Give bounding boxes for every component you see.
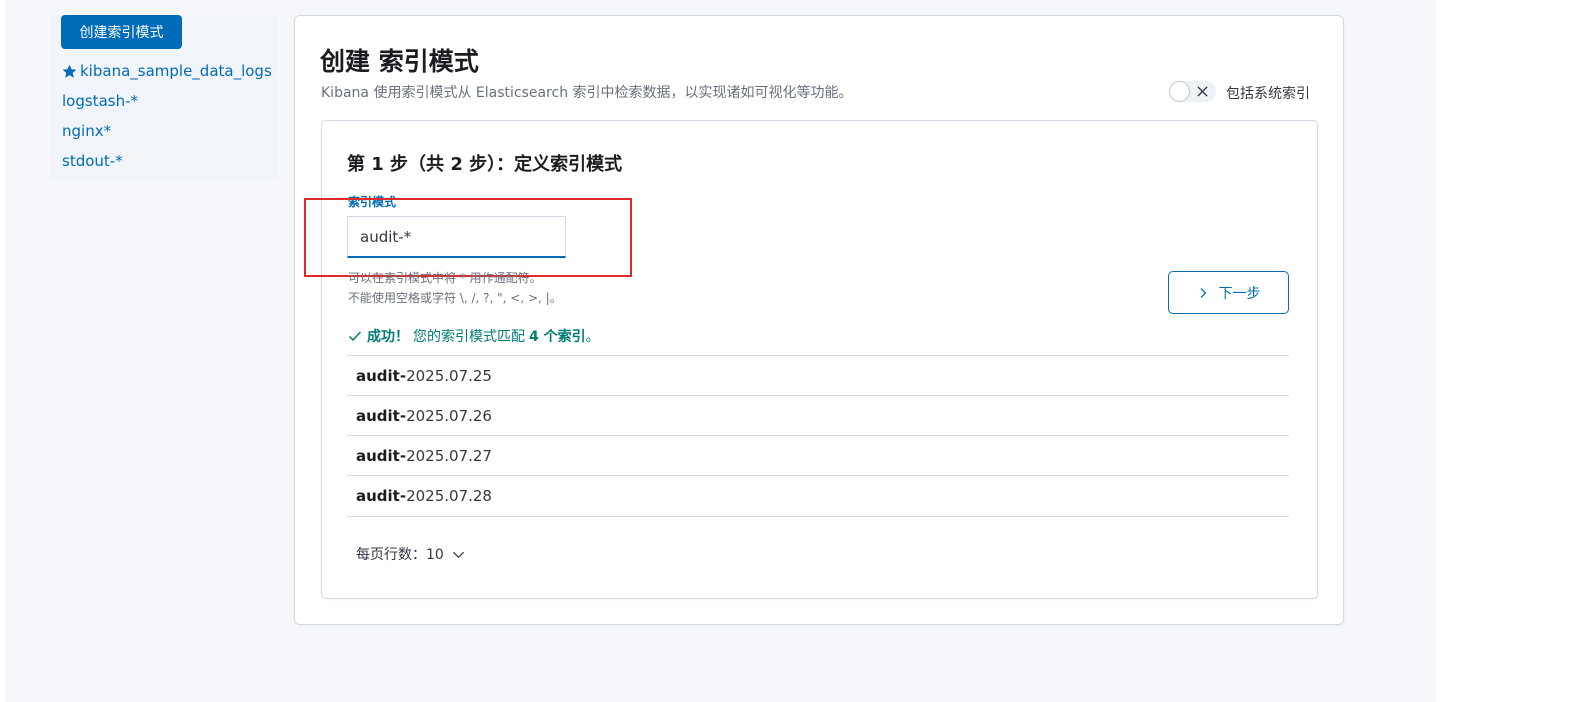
include-system-indices-label: 包括系统索引: [1226, 86, 1310, 102]
index-rest-part: 2025.07.26: [406, 406, 492, 425]
success-text: 您的索引模式匹配: [413, 329, 525, 345]
index-rest-part: 2025.07.27: [406, 446, 492, 465]
sidebar-item-logstash[interactable]: logstash-*: [62, 92, 138, 110]
create-index-pattern-button[interactable]: 创建索引模式: [61, 15, 182, 49]
sidebar-item-label: logstash-*: [62, 92, 138, 110]
sidebar-item-label: stdout-*: [62, 152, 123, 170]
success-message: 成功！ 您的索引模式匹配 4 个索引 。: [348, 326, 600, 346]
matched-indices-table: audit- 2025.07.25 audit- 2025.07.26 audit-…: [347, 355, 1289, 517]
close-icon: [1197, 86, 1208, 97]
table-row: audit- 2025.07.27: [347, 435, 1289, 475]
table-row: audit- 2025.07.26: [347, 395, 1289, 435]
index-rest-part: 2025.07.28: [406, 487, 492, 505]
index-match-part: audit-: [356, 446, 407, 465]
sidebar-item-nginx[interactable]: nginx*: [62, 122, 111, 140]
help-text-invalid-chars: 不能使用空格或字符 \, /, ?, ", <, >, |。: [348, 291, 562, 305]
sidebar-item-stdout[interactable]: stdout-*: [62, 152, 123, 170]
index-match-part: audit-: [356, 366, 407, 385]
next-step-button[interactable]: 下一步: [1168, 271, 1289, 314]
table-row: audit- 2025.07.28: [347, 475, 1289, 517]
table-row: audit- 2025.07.25: [347, 355, 1289, 395]
sidebar-item-label: kibana_sample_data_logs: [80, 62, 272, 80]
rows-per-page-selector[interactable]: 每页行数：10: [356, 544, 465, 564]
sidebar-item-label: nginx*: [62, 122, 112, 140]
sidebar-item-kibana-sample-data-logs[interactable]: kibana_sample_data_logs: [62, 62, 272, 80]
index-rest-part: 2025.07.25: [406, 366, 492, 385]
chevron-down-icon: [452, 551, 464, 558]
index-pattern-label: 索引模式: [348, 195, 397, 209]
chevron-right-icon: [1200, 287, 1206, 298]
step-title: 第 1 步（共 2 步）：定义索引模式: [347, 154, 623, 175]
success-suffix: 。: [585, 329, 600, 345]
toggle-knob: [1169, 81, 1190, 102]
help-text-wildcard: 可以在索引模式中将 * 用作通配符。: [348, 271, 542, 285]
page-description: Kibana 使用索引模式从 Elasticsearch 索引中检索数据，以实现…: [321, 85, 853, 101]
success-count: 4 个索引: [529, 329, 586, 345]
page-title: 创建 索引模式: [320, 47, 479, 76]
success-prefix: 成功！: [367, 329, 409, 345]
index-match-part: audit-: [356, 406, 407, 425]
index-match-part: audit-: [356, 487, 407, 505]
rows-per-page-label: 每页行数：10: [356, 547, 444, 563]
next-step-label: 下一步: [1218, 285, 1261, 302]
star-icon: [62, 64, 77, 78]
include-system-indices-toggle[interactable]: [1169, 81, 1216, 102]
index-pattern-input[interactable]: [347, 216, 566, 258]
check-icon: [348, 331, 362, 342]
